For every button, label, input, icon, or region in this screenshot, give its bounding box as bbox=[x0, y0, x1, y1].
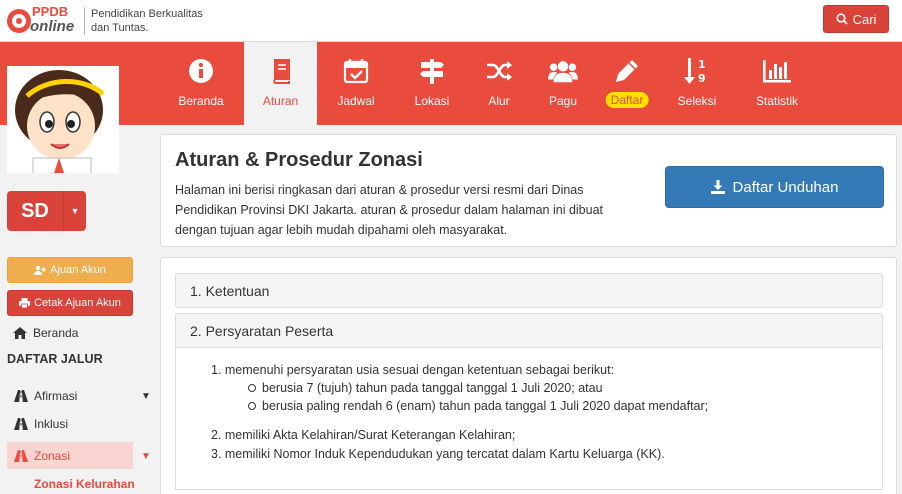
nav-statistik[interactable]: Statistik bbox=[741, 42, 813, 125]
users-icon bbox=[548, 56, 578, 86]
sort-numeric-icon: 19 bbox=[682, 56, 712, 86]
tagline: Pendidikan Berkualitas dan Tuntas. bbox=[84, 7, 203, 35]
accordion-persyaratan-peserta[interactable]: 2. Persyaratan Peserta bbox=[175, 313, 883, 348]
sidebar-beranda-label: Beranda bbox=[33, 326, 79, 340]
road-icon bbox=[14, 449, 28, 462]
nav-pagu[interactable]: Pagu bbox=[527, 42, 599, 125]
signpost-icon bbox=[417, 56, 447, 86]
tagline-line1: Pendidikan Berkualitas bbox=[91, 8, 203, 20]
accordion-ketentuan[interactable]: 1. Ketentuan bbox=[175, 273, 883, 308]
nav-label: Aturan bbox=[262, 94, 299, 108]
sidebar-item-afirmasi[interactable]: Afirmasi bbox=[7, 382, 133, 409]
cetak-ajuan-akun-label: Cetak Ajuan Akun bbox=[34, 297, 121, 309]
book-icon bbox=[266, 56, 296, 86]
nav-jadwal[interactable]: Jadwal bbox=[320, 42, 392, 125]
nav-label: Jadwal bbox=[337, 94, 375, 108]
ajuan-akun-button[interactable]: Ajuan Akun bbox=[7, 257, 133, 283]
bar-chart-icon bbox=[762, 56, 792, 86]
logo-text-top: PPDB bbox=[32, 4, 69, 19]
ppdb-logo[interactable]: PPDB online bbox=[6, 4, 76, 38]
search-label: Cari bbox=[852, 11, 877, 27]
tagline-line2: dan Tuntas. bbox=[91, 22, 149, 34]
svg-text:9: 9 bbox=[698, 72, 706, 85]
daftar-unduhan-label: Daftar Unduhan bbox=[732, 178, 839, 196]
requirement-1-sub-1: berusia 7 (tujuh) tahun pada tanggal tan… bbox=[248, 381, 603, 395]
nav-label-highlighted: Daftar bbox=[605, 92, 649, 108]
requirement-1-sub-2: berusia paling rendah 6 (enam) tahun pad… bbox=[248, 399, 708, 413]
sidebar-item-label: Afirmasi bbox=[34, 388, 78, 403]
level-label: SD bbox=[21, 199, 49, 222]
user-plus-icon bbox=[34, 265, 47, 275]
nav-alur[interactable]: Alur bbox=[463, 42, 535, 125]
main-navbar: Beranda Aturan Jadwal Lokasi Alur Pagu D… bbox=[0, 42, 902, 125]
calendar-check-icon bbox=[341, 56, 371, 86]
requirement-1: 1. memenuhi persyaratan usia sesuai deng… bbox=[211, 363, 615, 377]
caret-down-icon[interactable]: ▼ bbox=[63, 191, 86, 231]
nav-beranda[interactable]: Beranda bbox=[166, 42, 236, 125]
circle-bullet-icon bbox=[248, 402, 256, 410]
sidebar-beranda-link[interactable]: Beranda bbox=[13, 326, 78, 340]
cetak-ajuan-akun-button[interactable]: Cetak Ajuan Akun bbox=[7, 290, 133, 316]
daftar-unduhan-button[interactable]: Daftar Unduhan bbox=[665, 166, 884, 208]
sidebar-item-label: Zonasi bbox=[34, 448, 71, 463]
top-bar: PPDB online Pendidikan Berkualitas dan T… bbox=[0, 0, 902, 42]
accordion-title: 2. Persyaratan Peserta bbox=[190, 322, 334, 339]
caret-down-icon[interactable]: ▼ bbox=[141, 451, 151, 462]
nav-label: Seleksi bbox=[677, 94, 717, 108]
nav-lokasi[interactable]: Lokasi bbox=[396, 42, 468, 125]
home-icon bbox=[13, 327, 27, 339]
daftar-jalur-heading: DAFTAR JALUR bbox=[7, 352, 103, 366]
pencil-icon bbox=[612, 56, 642, 86]
page-description: Halaman ini berisi ringkasan dari aturan… bbox=[175, 183, 604, 237]
sidebar-item-label: Inklusi bbox=[34, 416, 69, 431]
sidebar-item-inklusi[interactable]: Inklusi bbox=[7, 410, 133, 437]
logo-text-bottom: online bbox=[30, 18, 75, 35]
accordion-title: 1. Ketentuan bbox=[190, 282, 270, 299]
nav-seleksi[interactable]: 19 Seleksi bbox=[661, 42, 733, 125]
mascot-avatar bbox=[7, 66, 119, 173]
nav-daftar[interactable]: Daftar bbox=[591, 42, 663, 125]
nav-label: Statistik bbox=[755, 94, 798, 108]
nav-label: Pagu bbox=[548, 94, 578, 108]
sidebar-item-zonasi[interactable]: Zonasi bbox=[7, 442, 133, 469]
sidebar-subitem-zonasi-kelurahan[interactable]: Zonasi Kelurahan bbox=[34, 477, 135, 491]
requirement-3: 3. memiliki Nomor Induk Kependudukan yan… bbox=[211, 447, 665, 461]
info-icon bbox=[186, 56, 216, 86]
search-icon bbox=[835, 13, 848, 25]
svg-text:1: 1 bbox=[698, 58, 706, 71]
nav-label: Alur bbox=[488, 94, 510, 108]
nav-aturan[interactable]: Aturan bbox=[244, 42, 317, 125]
level-selector[interactable]: SD ▼ bbox=[7, 191, 86, 231]
download-icon bbox=[710, 180, 725, 194]
road-icon bbox=[14, 417, 28, 430]
requirement-2: 2. memiliki Akta Kelahiran/Surat Keteran… bbox=[211, 428, 516, 442]
circle-bullet-icon bbox=[248, 384, 256, 392]
requirement-text: berusia paling rendah 6 (enam) tahun pad… bbox=[262, 399, 709, 413]
print-icon bbox=[19, 298, 31, 308]
road-icon bbox=[14, 389, 28, 402]
nav-label: Lokasi bbox=[414, 94, 450, 108]
ajuan-akun-label: Ajuan Akun bbox=[50, 264, 106, 276]
shuffle-icon bbox=[484, 56, 514, 86]
requirement-text: berusia 7 (tujuh) tahun pada tanggal tan… bbox=[262, 381, 603, 395]
caret-down-icon[interactable]: ▼ bbox=[141, 391, 151, 402]
search-button[interactable]: Cari bbox=[823, 5, 889, 33]
page-title: Aturan & Prosedur Zonasi bbox=[175, 149, 423, 171]
hero-panel: Aturan & Prosedur Zonasi Halaman ini ber… bbox=[160, 134, 897, 247]
nav-label: Beranda bbox=[178, 94, 224, 108]
